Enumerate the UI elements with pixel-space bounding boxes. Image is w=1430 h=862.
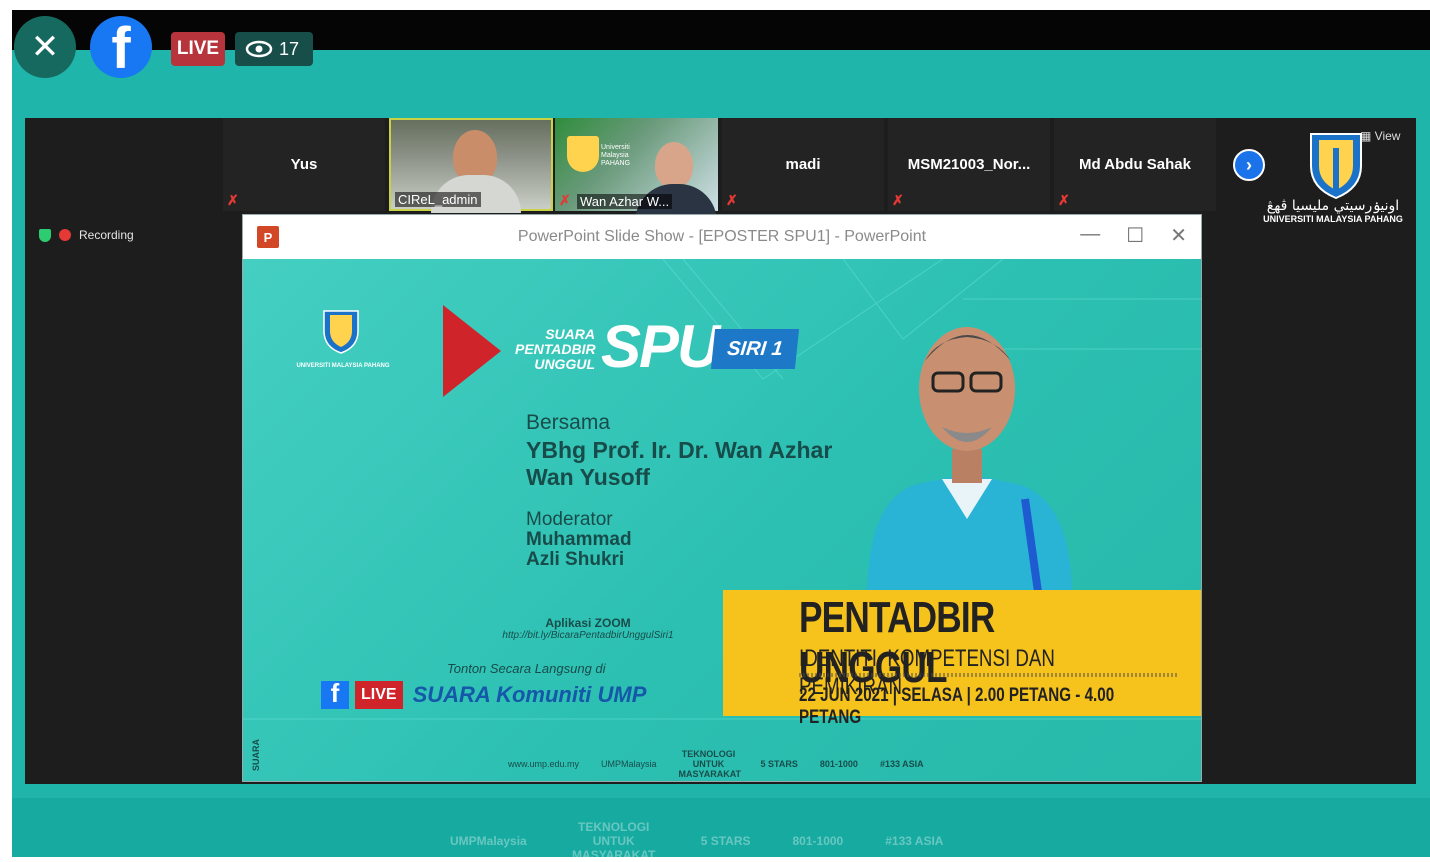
slide-vertical-text: SUARA: [251, 739, 261, 772]
speaker-photo: [867, 327, 1072, 599]
facebook-icon: f: [321, 681, 349, 709]
footer-stars: 5 STARS: [700, 834, 751, 848]
slide: UNIVERSITI MALAYSIA PAHANG SUARA PENTADB…: [243, 259, 1201, 781]
moderator-name: Muhammad Azli Shukri: [526, 529, 632, 570]
participant-name: CIReL_admin: [395, 192, 481, 207]
mic-muted-icon: ✗: [1058, 192, 1070, 208]
next-participants-button[interactable]: ›: [1233, 149, 1265, 181]
footer-asia: #133 ASIA: [885, 834, 944, 848]
mic-muted-icon: ✗: [227, 192, 239, 208]
komuniti-label: SUARA Komuniti UMP: [412, 682, 647, 707]
slide-logo-text: UNIVERSITI MALAYSIA PAHANG: [296, 363, 390, 369]
mic-muted-icon: ✗: [726, 192, 738, 208]
event-date: 22 JUN 2021 | SELASA | 2.00 PETANG - 4.0…: [799, 685, 1115, 728]
meeting-status: Recording: [39, 228, 134, 242]
participant-name: Wan Azhar W...: [577, 194, 673, 209]
recording-icon: [59, 229, 71, 241]
slide-handle: UMPMalaysia: [601, 759, 657, 769]
shield-icon: [39, 228, 51, 242]
facebook-logo: f: [90, 16, 152, 78]
slide-teknologi: TEKNOLOGI UNTUK MASYARAKAT: [678, 749, 742, 779]
fine-print: [799, 673, 1179, 677]
mic-muted-icon: ✗: [892, 192, 904, 208]
mic-muted-icon: ✗: [559, 192, 571, 208]
suara-pentadbir-unggul: SUARA PENTADBIR UNGGUL: [515, 326, 596, 372]
participant-video-tile[interactable]: CIReL_admin: [389, 118, 553, 213]
close-window-icon[interactable]: ✕: [1170, 223, 1187, 248]
participant-face: [655, 142, 693, 188]
recording-label: Recording: [79, 228, 134, 242]
slide-ump-logo-icon: [323, 310, 359, 354]
tonton-label: Tonton Secara Langsung di: [447, 661, 606, 676]
participant-name: Yus: [290, 156, 318, 173]
play-triangle-icon: [443, 305, 501, 397]
slide-live-badge: LIVE: [355, 681, 403, 709]
powerpoint-window: P PowerPoint Slide Show - [EPOSTER SPU1]…: [242, 214, 1202, 782]
viewer-count-value: 17: [279, 38, 300, 59]
sign-text: Universiti Malaysia PAHANG: [601, 144, 631, 167]
participant-video-tile[interactable]: Universiti Malaysia PAHANG Wan Azhar W... …: [555, 118, 718, 222]
minimize-icon[interactable]: —: [1080, 223, 1100, 248]
bersama-label: Bersama: [526, 411, 611, 434]
slide-rank: 801-1000: [819, 759, 858, 769]
stream-footer: UMPMalaysia TEKNOLOGI UNTUK MASYARAKAT 5…: [450, 820, 943, 862]
speaker-name: YBhg Prof. Ir. Dr. Wan Azhar Wan Yusoff: [526, 437, 833, 490]
footer-rank: 801-1000: [792, 834, 844, 848]
eye-icon: [245, 40, 273, 58]
ump-sign-icon: [567, 136, 599, 172]
close-button[interactable]: ✕: [14, 16, 76, 78]
viewer-count: 17: [235, 32, 313, 66]
participant-tile[interactable]: madi ✗: [722, 118, 884, 211]
siri-badge: SIRI 1: [710, 329, 800, 369]
zoom-meeting: Yus ✗ CIReL_admin Universiti Malaysia PAHA…: [25, 118, 1416, 784]
ump-logo-icon: [1310, 133, 1362, 200]
maximize-icon[interactable]: ☐: [1126, 223, 1144, 248]
close-icon: ✕: [30, 27, 60, 67]
slide-footer: www.ump.edu.my UMPMalaysia TEKNOLOGI UNT…: [508, 749, 924, 779]
participant-name: MSM21003_Nor...: [907, 156, 1031, 173]
footer-handle: UMPMalaysia: [450, 834, 527, 848]
window-titlebar: P PowerPoint Slide Show - [EPOSTER SPU1]…: [243, 215, 1201, 259]
participant-name: madi: [785, 156, 821, 173]
zoom-info: Aplikasi ZOOM http://bit.ly/BicaraPentad…: [502, 616, 674, 641]
footer-teknologi: TEKNOLOGI UNTUK MASYARAKAT: [572, 820, 656, 862]
window-title: PowerPoint Slide Show - [EPOSTER SPU1] -…: [517, 228, 927, 245]
slide-stars: 5 STARS: [760, 759, 798, 769]
slide-website: www.ump.edu.my: [508, 759, 580, 769]
participant-tile[interactable]: Md Abdu Sahak ✗: [1054, 118, 1216, 211]
spu-logo: SPU: [601, 313, 720, 380]
slide-asia: #133 ASIA: [879, 759, 924, 769]
chevron-right-icon: ›: [1246, 154, 1252, 175]
participant-tile[interactable]: Yus ✗: [223, 118, 385, 211]
live-row: f LIVE SUARA Komuniti UMP: [321, 681, 646, 709]
moderator-label: Moderator: [526, 509, 613, 530]
live-badge: LIVE: [171, 32, 225, 66]
participant-tile[interactable]: MSM21003_Nor... ✗: [888, 118, 1050, 211]
participant-name: Md Abdu Sahak: [1079, 156, 1191, 173]
ump-logo-text: اونيۏرسيتي مليسيا ڤهڠ UNIVERSITI MALAYSI…: [1263, 198, 1403, 224]
